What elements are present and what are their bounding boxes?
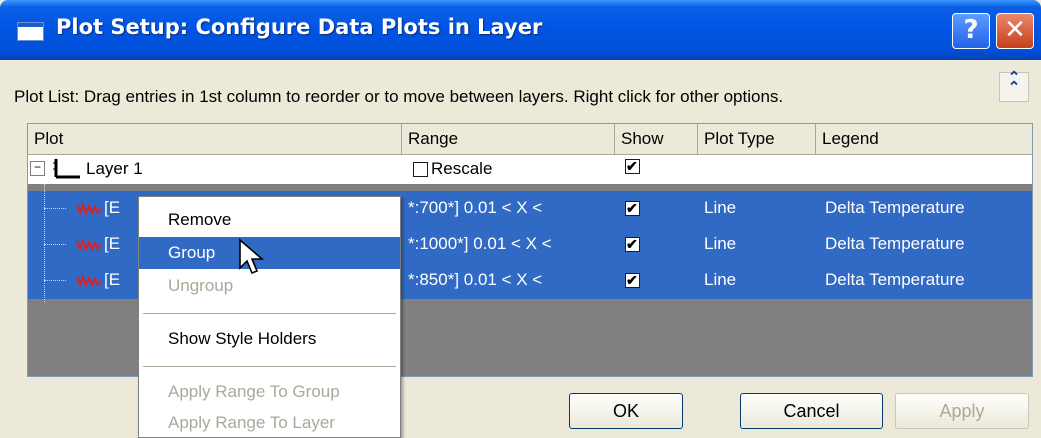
tree-connector — [44, 280, 66, 281]
plot-name: [E — [104, 270, 121, 289]
plot-legend[interactable]: Delta Temperature — [825, 198, 965, 218]
plot-name: [E — [104, 198, 121, 217]
layer-label: Layer 1 — [86, 159, 143, 178]
column-header-range[interactable]: Range — [402, 124, 615, 154]
mouse-cursor-icon — [239, 238, 265, 275]
window-title: Plot Setup: Configure Data Plots in Laye… — [56, 15, 543, 39]
context-menu: Remove Group Ungroup Show Style Holders … — [138, 196, 401, 438]
plot-type[interactable]: Line — [704, 234, 736, 254]
plot-show-checkbox[interactable]: ✔ — [625, 236, 640, 252]
menu-item-remove[interactable]: Remove — [139, 204, 400, 236]
layer-show-checkbox[interactable]: ✔ — [625, 158, 640, 174]
plot-show-checkbox[interactable]: ✔ — [625, 200, 640, 216]
ok-button[interactable]: OK — [569, 393, 683, 429]
plot-setup-dialog: Plot Setup: Configure Data Plots in Laye… — [0, 0, 1041, 438]
plot-range[interactable]: *:700*] 0.01 < X < — [408, 198, 542, 218]
rescale-checkbox[interactable] — [413, 162, 428, 177]
plot-type[interactable]: Line — [704, 270, 736, 290]
double-chevron-up-icon: ⌃ ⌃ — [1007, 69, 1021, 96]
column-header-legend[interactable]: Legend — [816, 124, 1032, 154]
menu-item-show-style-holders[interactable]: Show Style Holders — [139, 323, 400, 355]
column-header-plot[interactable]: Plot — [28, 124, 402, 154]
plot-list-header: Plot Range Show Plot Type Legend — [28, 124, 1032, 155]
plot-type[interactable]: Line — [704, 198, 736, 218]
column-header-plot-type[interactable]: Plot Type — [698, 124, 816, 154]
menu-item-ungroup[interactable]: Ungroup — [139, 270, 400, 302]
plot-show-checkbox[interactable]: ✔ — [625, 272, 640, 288]
plot-list-info: Plot List: Drag entries in 1st column to… — [14, 87, 784, 106]
line-plot-icon — [76, 238, 102, 251]
apply-button[interactable]: Apply — [895, 393, 1029, 429]
tree-connector — [44, 244, 66, 245]
tree-connector — [44, 208, 66, 209]
close-button[interactable]: ✕ — [996, 13, 1034, 49]
layer-row[interactable]: − Layer 1 Rescale ✔ — [28, 155, 1032, 184]
line-plot-icon — [76, 202, 102, 215]
plot-legend[interactable]: Delta Temperature — [825, 270, 965, 290]
title-bar[interactable]: Plot Setup: Configure Data Plots in Laye… — [0, 0, 1041, 60]
tree-vertical-line — [44, 184, 45, 302]
menu-separator — [143, 313, 396, 314]
line-plot-icon — [76, 274, 102, 287]
cancel-button[interactable]: Cancel — [740, 393, 883, 429]
window-icon — [17, 22, 44, 41]
tree-expander-icon[interactable]: − — [30, 161, 45, 176]
collapse-panel-button[interactable]: ⌃ ⌃ — [999, 69, 1029, 102]
column-header-show[interactable]: Show — [615, 124, 698, 154]
menu-separator — [143, 366, 396, 367]
plot-name: [E — [104, 234, 121, 253]
plot-range[interactable]: *:850*] 0.01 < X < — [408, 270, 542, 290]
rescale-label: Rescale — [431, 159, 493, 178]
menu-item-group[interactable]: Group — [139, 237, 400, 269]
help-button[interactable]: ? — [952, 13, 990, 49]
plot-range[interactable]: *:1000*] 0.01 < X < — [408, 234, 552, 254]
plot-legend[interactable]: Delta Temperature — [825, 234, 965, 254]
menu-item-apply-range-to-group[interactable]: Apply Range To Group — [139, 376, 400, 408]
menu-item-apply-range-to-layer[interactable]: Apply Range To Layer — [139, 407, 400, 438]
layer-axes-icon — [53, 159, 80, 179]
